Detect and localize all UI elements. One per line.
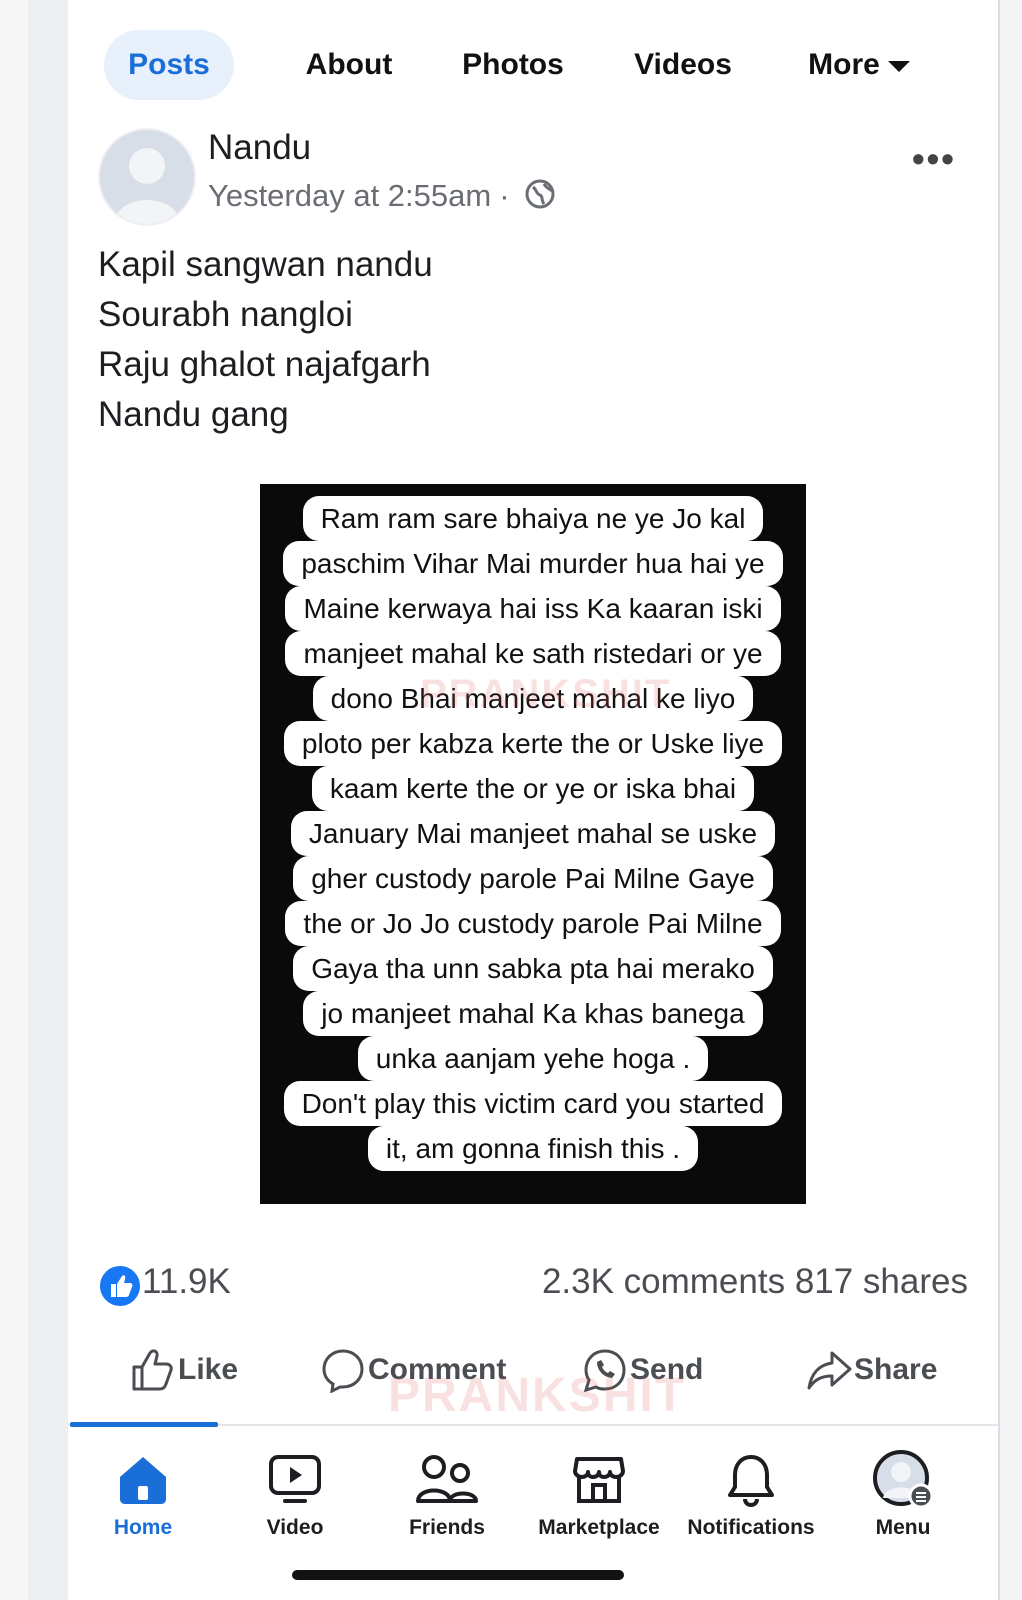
comment-bubble-icon [322, 1349, 364, 1393]
nav-label: Marketplace [538, 1516, 660, 1539]
globe-icon [524, 178, 556, 218]
image-text-line: Don't play this victim card you started [283, 1081, 783, 1126]
share-arrow-icon [807, 1351, 852, 1390]
image-text-line: jo manjeet mahal Ka khas banega [303, 991, 763, 1036]
image-text-line: manjeet mahal ke sath ristedari or ye [285, 631, 781, 676]
post-image[interactable]: Ram ram sare bhaiya ne ye Jo kal paschim… [260, 484, 806, 1204]
tab-videos[interactable]: Videos [620, 30, 746, 100]
post-text-line: Nandu gang [98, 395, 289, 434]
more-options-icon[interactable]: ••• [912, 138, 956, 180]
caret-down-icon [887, 60, 910, 72]
image-text-line: ploto per kabza kerte the or Uske liye [283, 721, 783, 766]
avatar[interactable] [98, 128, 196, 226]
home-icon [120, 1457, 166, 1504]
watermark: PRANKSHIT [388, 1369, 687, 1422]
post-author[interactable]: Nandu [208, 128, 311, 168]
tab-label: Posts [128, 48, 210, 81]
share-label: Share [854, 1353, 938, 1386]
nav-label: Menu [875, 1516, 931, 1539]
home-indicator[interactable] [292, 1570, 624, 1580]
tab-more[interactable]: More [794, 30, 924, 100]
default-avatar-icon [100, 130, 194, 224]
bell-icon [728, 1455, 774, 1507]
thumbs-up-icon [132, 1349, 173, 1391]
background-edge [28, 0, 68, 1600]
active-tab-indicator [70, 1422, 218, 1427]
nav-label: Home [113, 1516, 173, 1539]
nav-label: Notifications [687, 1516, 815, 1539]
meta-separator: · [499, 178, 510, 214]
marketplace-icon [573, 1457, 625, 1503]
nav-home[interactable]: Home [68, 1448, 218, 1540]
bottom-navigation: Home Video Friends Marketplace Notificat… [68, 1448, 998, 1558]
image-text-line: gher custody parole Pai Milne Gaye [293, 856, 773, 901]
image-text-card: Ram ram sare bhaiya ne ye Jo kal paschim… [260, 496, 806, 1171]
nav-friends[interactable]: Friends [372, 1448, 522, 1540]
image-text-line: kaam kerte the or ye or iska bhai [311, 766, 755, 811]
image-text-line: the or Jo Jo custody parole Pai Milne [285, 901, 781, 946]
nav-notifications[interactable]: Notifications [676, 1448, 826, 1540]
post-meta: Yesterday at 2:55am · [208, 178, 556, 218]
image-text-line: unka aanjam yehe hoga . [357, 1036, 709, 1081]
nav-label: Video [266, 1516, 324, 1539]
post-text-line: Sourabh nangloi [98, 295, 353, 334]
profile-tabs: Posts About Photos Videos More [68, 30, 998, 100]
share-button[interactable]: Share [806, 1340, 937, 1400]
image-text-line: paschim Vihar Mai murder hua hai ye [283, 541, 783, 586]
friends-icon [416, 1455, 478, 1503]
tab-label: About [305, 48, 393, 81]
like-count[interactable]: 11.9K [142, 1262, 231, 1302]
nav-marketplace[interactable]: Marketplace [524, 1448, 674, 1540]
post-text: Kapil sangwan nandu Sourabh nangloi Raju… [98, 240, 433, 440]
like-reaction-icon[interactable] [98, 1264, 142, 1308]
reactions-bar: 11.9K 2.3K comments 817 shares [98, 1262, 968, 1310]
like-button[interactable]: Like [130, 1340, 238, 1400]
image-text-line: Maine kerwaya hai iss Ka kaaran iski [285, 586, 781, 631]
tab-posts[interactable]: Posts [104, 30, 234, 100]
post-text-line: Kapil sangwan nandu [98, 245, 433, 284]
like-label: Like [178, 1353, 239, 1386]
post-text-line: Raju ghalot najafgarh [98, 345, 431, 384]
tab-label: More [808, 48, 880, 81]
post-time[interactable]: Yesterday at 2:55am [208, 178, 491, 213]
image-text-line: January Mai manjeet mahal se uske [290, 811, 776, 856]
tab-label: Videos [634, 48, 732, 81]
tab-about[interactable]: About [290, 30, 408, 100]
video-icon [269, 1455, 321, 1503]
nav-video[interactable]: Video [220, 1448, 370, 1540]
background-strip [0, 0, 28, 1600]
comments-shares-count[interactable]: 2.3K comments 817 shares [542, 1262, 968, 1302]
profile-menu-icon [873, 1450, 934, 1509]
post-frame: Posts About Photos Videos More Nandu Yes… [68, 0, 998, 1600]
nav-label: Friends [409, 1516, 485, 1539]
tab-label: Photos [462, 48, 564, 81]
watermark: PRANKSHIT [420, 672, 672, 716]
background-edge-right [998, 0, 1022, 1600]
tab-photos[interactable]: Photos [450, 30, 576, 100]
image-text-line: it, am gonna finish this . [367, 1126, 699, 1171]
image-text-line: Gaya tha unn sabka pta hai merako [293, 946, 773, 991]
image-text-line: Ram ram sare bhaiya ne ye Jo kal [302, 496, 764, 541]
nav-menu[interactable]: Menu [828, 1448, 978, 1540]
